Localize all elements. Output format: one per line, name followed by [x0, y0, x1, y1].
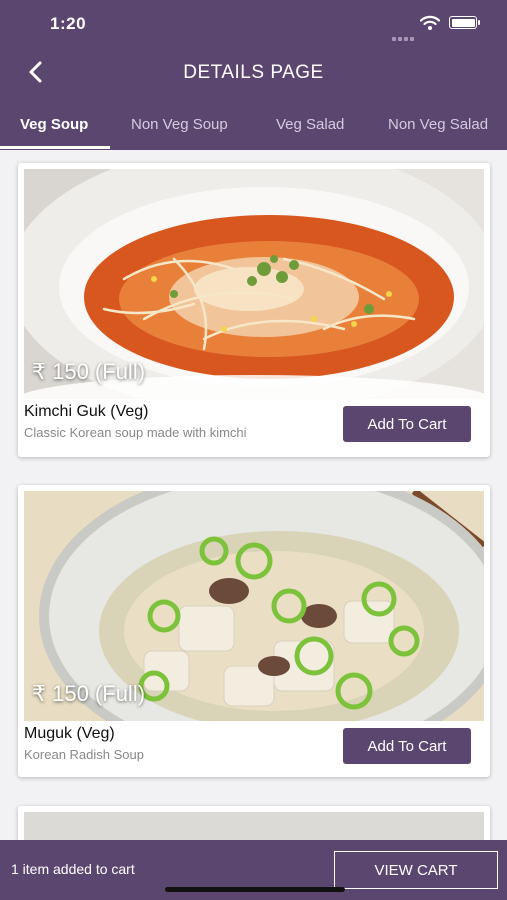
page-title: DETAILS PAGE: [183, 62, 324, 83]
tab-non-veg-soup[interactable]: Non Veg Soup: [131, 116, 228, 133]
product-image[interactable]: ₹ 150 (Full): [24, 491, 484, 721]
tab-veg-soup[interactable]: Veg Soup: [20, 116, 88, 133]
battery-icon: [449, 16, 480, 29]
app-header: 1:20 DETAILS PAGE Veg Soup Non Veg Soup …: [0, 0, 507, 150]
cart-message: 1 item added to cart: [11, 861, 135, 877]
product-price: ₹ 150 (Full): [32, 359, 146, 384]
product-name: Kimchi Guk (Veg): [24, 403, 149, 420]
wifi-icon: [420, 15, 440, 30]
product-price: ₹ 150 (Full): [32, 681, 146, 706]
product-description: Classic Korean soup made with kimchi: [24, 425, 247, 440]
add-to-cart-button[interactable]: Add To Cart: [343, 406, 471, 442]
product-description: Korean Radish Soup: [24, 747, 144, 762]
category-tabs: Veg Soup Non Veg Soup Veg Salad Non Veg …: [0, 108, 507, 150]
product-name: Muguk (Veg): [24, 725, 115, 742]
product-card[interactable]: ₹ 150 (Full) Kimchi Guk (Veg) Classic Ko…: [18, 163, 490, 457]
home-indicator[interactable]: [165, 887, 345, 892]
tab-veg-salad[interactable]: Veg Salad: [276, 116, 344, 133]
status-time: 1:20: [50, 14, 87, 33]
view-cart-button[interactable]: VIEW CART: [334, 851, 498, 889]
active-tab-indicator: [0, 146, 110, 149]
add-to-cart-button[interactable]: Add To Cart: [343, 728, 471, 764]
product-image[interactable]: ₹ 150 (Full): [24, 169, 484, 399]
product-card[interactable]: ₹ 150 (Full) Muguk (Veg) Korean Radish S…: [18, 485, 490, 777]
tab-non-veg-salad[interactable]: Non Veg Salad: [388, 116, 488, 133]
status-bar: 1:20: [0, 12, 507, 41]
cellular-signal-icon: [392, 23, 416, 41]
